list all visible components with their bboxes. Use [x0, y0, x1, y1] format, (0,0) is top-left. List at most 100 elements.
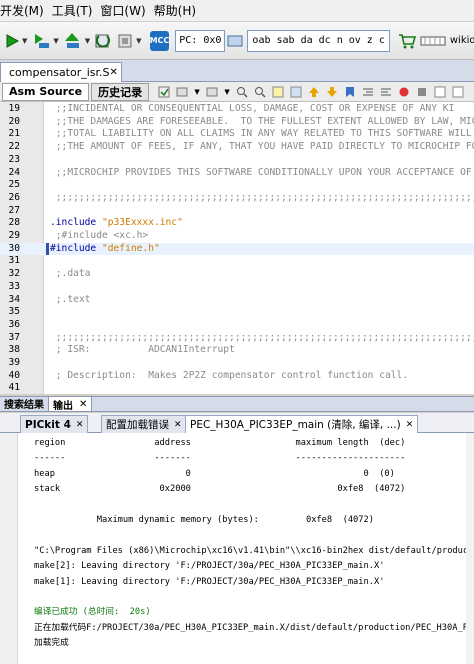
close-icon[interactable]: ✕ — [174, 420, 182, 430]
code-line[interactable]: 37 ;;;;;;;;;;;;;;;;;;;;;;;;;;;;;;;;;;;;;… — [0, 332, 474, 345]
tab-search-results[interactable]: 搜索结果 — [0, 396, 48, 411]
tab-output[interactable]: 输出 ✕ — [48, 396, 93, 412]
editor-tab-strip: compensator_isr.S ✕ — [0, 60, 474, 82]
tab-label: 搜索结果 — [4, 400, 44, 411]
code-line[interactable]: 20 ;;THE DAMAGES ARE FORESEEABLE. TO THE… — [0, 116, 474, 129]
toggle-highlight-icon[interactable] — [289, 85, 303, 99]
debug-run-icon[interactable] — [31, 30, 51, 52]
line-number: 40 — [8, 369, 20, 381]
line-number: 26 — [8, 191, 20, 203]
last-edit-icon[interactable] — [157, 85, 171, 99]
output-scrollbar[interactable] — [466, 433, 474, 664]
memory-chip-icon[interactable] — [420, 30, 446, 52]
shift-left-icon[interactable] — [361, 85, 375, 99]
pc-memory-icon[interactable] — [227, 30, 243, 52]
back-icon[interactable] — [175, 85, 189, 99]
directive: #include — [50, 242, 102, 254]
code-line[interactable]: 33 — [0, 281, 474, 294]
code-line[interactable]: 40 ; Description: Makes 2P2Z compensator… — [0, 370, 474, 383]
next-bookmark-icon[interactable] — [325, 85, 339, 99]
stop-macro-icon[interactable] — [415, 85, 429, 99]
run-icon[interactable] — [4, 30, 20, 52]
directive: .include — [50, 217, 102, 229]
code-line[interactable]: 23 — [0, 154, 474, 167]
code-text: ; Description: Makes 2P2Z compensator co… — [50, 369, 409, 381]
program-dropdown-icon[interactable]: ▼ — [85, 37, 90, 45]
code-text: .include "p33Exxxx.inc" — [50, 217, 183, 230]
shift-right-icon[interactable] — [379, 85, 393, 99]
close-icon[interactable]: ✕ — [76, 420, 84, 430]
close-icon[interactable]: ✕ — [79, 399, 87, 410]
code-line[interactable]: 27 — [0, 205, 474, 218]
find-selection-icon[interactable] — [271, 85, 285, 99]
pc-readout: PC: 0x0 — [175, 29, 226, 52]
line-number: 33 — [8, 280, 20, 292]
dropdown-icon[interactable]: ▼ — [193, 85, 201, 99]
tab-history[interactable]: 历史记录 — [91, 82, 150, 101]
code-line[interactable]: 32 ;.data — [0, 268, 474, 281]
menu-bar: 开发(M) 工具(T) 窗口(W) 帮助(H) — [0, 0, 474, 22]
find-previous-icon[interactable] — [235, 85, 249, 99]
menu-window[interactable]: 窗口(W) — [96, 2, 149, 19]
debug-dropdown-icon[interactable]: ▼ — [53, 37, 58, 45]
line-number: 37 — [8, 331, 20, 343]
code-editor[interactable]: 19 ;;INCIDENTAL OR CONSEQUENTIAL LOSS, D… — [0, 102, 474, 394]
forward-icon[interactable] — [205, 85, 219, 99]
line-number: 39 — [8, 357, 20, 368]
cart-icon[interactable] — [398, 30, 416, 52]
start-macro-icon[interactable] — [397, 85, 411, 99]
tab-build-output[interactable]: PEC_H30A_PIC33EP_main (清除, 编译, ...) ✕ — [185, 415, 419, 433]
toggle-bookmark-icon[interactable] — [343, 85, 357, 99]
code-line[interactable]: 26 ;;;;;;;;;;;;;;;;;;;;;;;;;;;;;;;;;;;;;… — [0, 192, 474, 205]
code-line[interactable]: 35 — [0, 306, 474, 319]
code-line[interactable]: 29 ;#include <xc.h> — [0, 230, 474, 243]
mcc-icon[interactable]: MCC — [149, 30, 170, 51]
close-icon[interactable]: ✕ — [406, 420, 414, 430]
run-dropdown-icon[interactable]: ▼ — [22, 37, 27, 45]
output-sub-tabs: PICkit 4 ✕ 配置加载错误 ✕ PEC_H30A_PIC33EP_main … — [0, 413, 474, 433]
reload-icon[interactable] — [94, 30, 112, 52]
code-line[interactable]: 24 ;;MICROCHIP PROVIDES THIS SOFTWARE CO… — [0, 167, 474, 180]
output-line: "C:\Program Files (x86)\Microchip\xc16\v… — [34, 545, 474, 556]
uncomment-icon[interactable] — [451, 85, 465, 99]
line-number: 27 — [8, 204, 20, 216]
comment-icon[interactable] — [433, 85, 447, 99]
find-next-icon[interactable] — [253, 85, 267, 99]
code-line[interactable]: 21 ;;TOTAL LIABILITY ON ALL CLAIMS IN AN… — [0, 128, 474, 141]
line-number: 34 — [8, 293, 20, 305]
menu-help[interactable]: 帮助(H) — [150, 2, 200, 19]
code-text: ;.text — [50, 293, 91, 305]
close-icon[interactable]: ✕ — [110, 67, 118, 78]
line-number: 20 — [8, 115, 20, 127]
code-line[interactable]: 34 ;.text — [0, 294, 474, 307]
hold-reset-dropdown-icon[interactable]: ▼ — [136, 37, 141, 45]
output-line: make[1]: Leaving directory 'F:/PROJECT/3… — [34, 576, 385, 587]
code-line[interactable]: 31 — [0, 255, 474, 268]
tab-config-load-errors[interactable]: 配置加载错误 ✕ — [101, 415, 187, 433]
previous-bookmark-icon[interactable] — [307, 85, 321, 99]
line-number: 25 — [8, 179, 20, 191]
code-text: ;;INCIDENTAL OR CONSEQUENTIAL LOSS, DAMA… — [50, 103, 455, 114]
line-number: 35 — [8, 306, 20, 318]
tab-pickit4[interactable]: PICkit 4 ✕ — [20, 415, 89, 433]
code-line[interactable]: 30 #include "define.h" — [0, 242, 474, 256]
menu-tools[interactable]: 工具(T) — [48, 2, 97, 19]
output-line: 加载完成 — [34, 638, 69, 649]
tab-asm-source[interactable]: Asm Source — [2, 82, 90, 101]
tab-compensator-isr[interactable]: compensator_isr.S ✕ — [0, 62, 122, 82]
menu-develop[interactable]: 开发(M) — [0, 2, 48, 19]
code-line[interactable]: 28 .include "p33Exxxx.inc" — [0, 217, 474, 230]
code-text: ;;;;;;;;;;;;;;;;;;;;;;;;;;;;;;;;;;;;;;;;… — [50, 191, 474, 203]
code-line[interactable]: 22 ;;THE AMOUNT OF FEES, IF ANY, THAT YO… — [0, 141, 474, 154]
program-device-icon[interactable] — [63, 30, 83, 52]
code-line[interactable]: 39 — [0, 357, 474, 370]
wikidot-link[interactable]: wikidot — [450, 35, 474, 46]
code-line[interactable]: 41 — [0, 382, 474, 394]
code-line[interactable]: 38 ; ISR: ADCAN1Interrupt — [0, 344, 474, 357]
code-line[interactable]: 36 — [0, 319, 474, 332]
dropdown-icon[interactable]: ▼ — [223, 85, 231, 99]
hold-reset-icon[interactable] — [116, 30, 134, 52]
code-line[interactable]: 19 ;;INCIDENTAL OR CONSEQUENTIAL LOSS, D… — [0, 103, 474, 116]
code-line[interactable]: 25 — [0, 179, 474, 192]
build-output-console[interactable]: region address maximum length (dec) -----… — [0, 433, 474, 664]
